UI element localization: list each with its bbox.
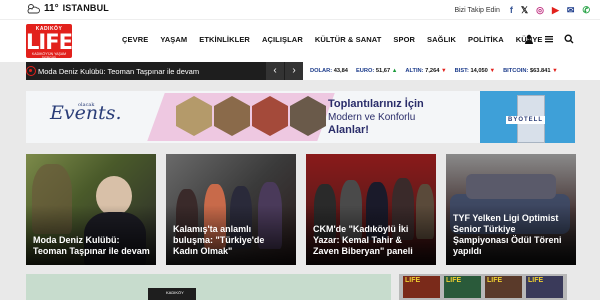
- site-logo[interactable]: KADIKÖY LIFE KADIKÖY'ÜN YAŞAM DERGİSİ: [26, 24, 73, 60]
- banner-headline-1: Toplantılarınız İçin: [328, 98, 424, 110]
- live-dot-icon: [26, 66, 36, 76]
- logo-main-text: LIFE: [26, 30, 73, 54]
- nav-item-politika[interactable]: POLİTİKA: [468, 35, 504, 44]
- rate-euro: EURO: 51,67 ▲: [355, 68, 398, 74]
- site-header: KADIKÖY LIFE KADIKÖY'ÜN YAŞAM DERGİSİ ÇE…: [0, 20, 600, 62]
- nav-item-cevre[interactable]: ÇEVRE: [122, 35, 148, 44]
- exchange-rates: DOLAR: 43,84 EURO: 51,67 ▲ ALTIN: 7,264 …: [303, 62, 600, 80]
- facebook-icon[interactable]: f: [510, 4, 513, 16]
- rate-bitcoin: BITCOIN: $63.841 ▼: [503, 68, 558, 74]
- weather-city: ISTANBUL: [62, 3, 110, 13]
- nav-item-etkinlikler[interactable]: ETKİNLİKLER: [199, 35, 250, 44]
- news-card-title[interactable]: TYF Yelken Ligi Optimist Senior Türkiye …: [453, 213, 570, 257]
- nav-item-spor[interactable]: SPOR: [393, 35, 415, 44]
- news-card-title[interactable]: Kalamış'ta anlamlı buluşma: "Türkiye'de …: [173, 224, 290, 257]
- ticker-headline[interactable]: Moda Deniz Kulübü: Teoman Taşpınar ile d…: [38, 67, 199, 76]
- whatsapp-icon[interactable]: ✆: [582, 4, 590, 16]
- x-icon[interactable]: 𝕏: [521, 4, 528, 16]
- breaking-news-ticker: Moda Deniz Kulübü: Teoman Taşpınar ile d…: [26, 62, 303, 80]
- featured-banner[interactable]: KADIKÖY: [26, 274, 391, 300]
- social-follow: Bizi Takip Edin f 𝕏 ◎ ▶ ✉ ✆: [454, 4, 590, 16]
- logo-subtitle: KADIKÖY'ÜN YAŞAM DERGİSİ: [31, 52, 67, 60]
- search-icon[interactable]: [564, 34, 574, 44]
- trend-down-icon: ▼: [440, 68, 447, 74]
- news-card[interactable]: CKM'de "Kadıköylü İki Yazar: Kemal Tahir…: [306, 154, 436, 265]
- email-icon[interactable]: ✉: [567, 4, 575, 16]
- banner-headline-3: Alanlar!: [328, 124, 369, 136]
- news-card[interactable]: Moda Deniz Kulübü: Teoman Taşpınar ile d…: [26, 154, 156, 265]
- menu-icon[interactable]: [544, 34, 554, 44]
- nav-item-saglik[interactable]: SAĞLIK: [427, 35, 456, 44]
- user-icon[interactable]: [524, 34, 534, 44]
- nav-item-kultur-sanat[interactable]: KÜLTÜR & SANAT: [315, 35, 382, 44]
- rate-bist: BIST: 14,050 ▼: [454, 68, 496, 74]
- banner-hotel-brand: BYOTELL: [506, 116, 545, 124]
- magazine-cover[interactable]: LIFE: [485, 276, 522, 298]
- rate-altin: ALTIN: 7,264 ▼: [405, 68, 447, 74]
- follow-label: Bizi Takip Edin: [454, 6, 500, 14]
- news-card[interactable]: TYF Yelken Ligi Optimist Senior Türkiye …: [446, 154, 576, 265]
- news-card-title[interactable]: CKM'de "Kadıköylü İki Yazar: Kemal Tahir…: [313, 224, 430, 257]
- main-nav: ÇEVRE YAŞAM ETKİNLİKLER AÇILIŞLAR KÜLTÜR…: [122, 35, 543, 44]
- featured-tab-logo: KADIKÖY: [148, 288, 196, 300]
- ticker-next-button[interactable]: ›: [285, 62, 303, 80]
- banner-headline-2: Modern ve Konforlu: [328, 112, 416, 123]
- ticker-controls: ‹ ›: [265, 62, 303, 80]
- youtube-icon[interactable]: ▶: [552, 4, 559, 16]
- header-actions: [524, 34, 574, 44]
- magazine-covers[interactable]: LIFE LIFE LIFE LIFE: [399, 274, 567, 300]
- nav-item-acilislar[interactable]: AÇILIŞLAR: [262, 35, 303, 44]
- news-card[interactable]: Kalamış'ta anlamlı buluşma: "Türkiye'de …: [166, 154, 296, 265]
- instagram-icon[interactable]: ◎: [536, 4, 544, 16]
- news-cards: Moda Deniz Kulübü: Teoman Taşpınar ile d…: [26, 154, 576, 265]
- banner-events-logo: olacak Events.: [50, 102, 122, 124]
- top-bar: 11° ISTANBUL Bizi Takip Edin f 𝕏 ◎ ▶ ✉ ✆: [0, 0, 600, 20]
- news-card-title[interactable]: Moda Deniz Kulübü: Teoman Taşpınar ile d…: [33, 235, 150, 257]
- ticker-prev-button[interactable]: ‹: [266, 62, 284, 80]
- rate-dolar: DOLAR: 43,84: [310, 68, 348, 74]
- magazine-cover[interactable]: LIFE: [403, 276, 440, 298]
- magazine-cover[interactable]: LIFE: [444, 276, 481, 298]
- trend-down-icon: ▼: [489, 68, 496, 74]
- trend-up-icon: ▲: [391, 68, 398, 74]
- weather-temperature: 11°: [44, 2, 59, 14]
- trend-down-icon: ▼: [552, 68, 558, 74]
- sun-cloud-icon: [27, 4, 40, 14]
- ad-banner[interactable]: olacak Events. Toplantılarınız İçin Mode…: [26, 91, 575, 143]
- nav-item-yasam[interactable]: YAŞAM: [160, 35, 187, 44]
- magazine-cover[interactable]: LIFE: [526, 276, 563, 298]
- weather-widget: 11° ISTANBUL: [26, 2, 109, 14]
